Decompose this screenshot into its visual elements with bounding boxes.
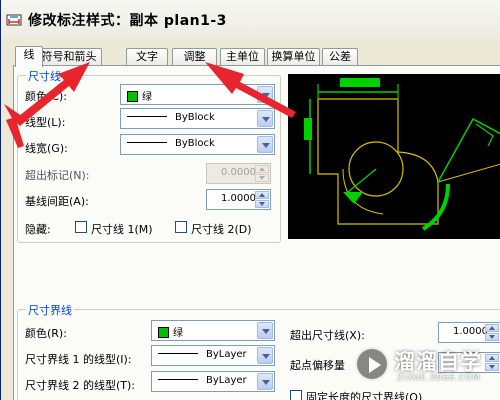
- ext2-linetype-label: 尺寸界线 2 的线型(T):: [25, 379, 135, 392]
- dim-lineweight-select[interactable]: ByBlock: [120, 134, 275, 155]
- line-sample: [127, 142, 167, 143]
- spin-up-icon[interactable]: [255, 191, 269, 199]
- tab-label: 调整: [183, 50, 206, 63]
- dim-linetype-select[interactable]: ByBlock: [120, 108, 275, 129]
- preview-drawing: [304, 78, 500, 231]
- dim-extend-label: 超出标记(N):: [25, 169, 90, 182]
- dim-linetype-value: ByBlock: [175, 112, 215, 123]
- ext-extend-label: 超出尺寸线(X):: [290, 329, 365, 342]
- ext2-linetype-select[interactable]: ByLayer: [151, 371, 275, 392]
- ext-color-label: 颜色(R):: [25, 327, 67, 340]
- spin-down-icon[interactable]: [485, 333, 499, 341]
- tab-strip: 线 符号和箭头 文字 调整 主单位 换算单位 公差: [15, 46, 500, 67]
- suppress-dim1-label: 尺寸线 1(M): [91, 223, 153, 236]
- dim-lineweight-label: 线宽(G):: [25, 142, 68, 155]
- dim-extend-spinner[interactable]: 0.0000: [206, 163, 271, 184]
- window-title: 修改标注样式：副本 plan1-3: [28, 13, 227, 29]
- spin-down-icon[interactable]: [255, 200, 269, 208]
- tab-label: 主单位: [226, 50, 259, 63]
- tab-lines[interactable]: 线: [15, 46, 43, 67]
- dim-lineweight-value: ByBlock: [175, 138, 215, 149]
- chevron-down-icon[interactable]: [257, 373, 273, 390]
- watermark: 溜溜自学 ZIXUE.3D66.COM: [348, 342, 500, 400]
- chevron-down-icon[interactable]: [257, 322, 273, 339]
- spin-up-icon[interactable]: [485, 324, 499, 332]
- tab-tolerances[interactable]: 公差: [322, 48, 358, 65]
- dim-baseline-spinner[interactable]: 1.0000: [206, 189, 271, 210]
- green-swatch: [158, 327, 169, 338]
- chevron-down-icon[interactable]: [257, 110, 273, 127]
- chevron-down-icon[interactable]: [257, 136, 273, 153]
- line-sample: [158, 379, 198, 380]
- ext2-linetype-value: ByLayer: [206, 375, 247, 386]
- watermark-text: 溜溜自学: [394, 350, 482, 374]
- dimension-style-icon: [6, 14, 22, 26]
- suppress-dim2-checkbox[interactable]: [175, 221, 187, 233]
- ext-color-value: 绿: [173, 328, 183, 339]
- dim-baseline-value: 1.0000: [221, 193, 256, 204]
- ext-extend-value: 1.0000: [453, 326, 488, 337]
- ext1-linetype-label: 尺寸界线 1 的线型(I):: [25, 353, 132, 366]
- ext-color-select[interactable]: 绿: [151, 320, 275, 341]
- tab-label: 换算单位: [271, 50, 316, 63]
- line-sample: [158, 353, 198, 354]
- chevron-down-icon[interactable]: [257, 347, 273, 364]
- ext1-linetype-value: ByLayer: [206, 349, 247, 360]
- ext1-linetype-select[interactable]: ByLayer: [151, 345, 275, 366]
- tab-label: 符号和箭头: [41, 50, 97, 63]
- dim-color-value: 绿: [142, 92, 152, 103]
- suppress-dim1-checkbox[interactable]: [75, 221, 87, 233]
- spin-up-icon[interactable]: [255, 165, 269, 173]
- tab-label: 文字: [136, 50, 158, 63]
- green-swatch: [127, 91, 138, 102]
- dim-baseline-label: 基线间距(A):: [25, 195, 89, 208]
- tab-alternate-units[interactable]: 换算单位: [267, 48, 320, 65]
- tab-text[interactable]: 文字: [126, 48, 168, 65]
- line-sample: [127, 116, 167, 117]
- ext-offset-label: 起点偏移量: [290, 359, 345, 372]
- ext-extend-spinner[interactable]: 1.0000: [438, 322, 500, 343]
- tab-label: 线: [23, 48, 35, 61]
- dim-color-label: 颜色(C):: [25, 90, 67, 103]
- watermark-sub: ZIXUE.3D66.COM: [397, 373, 481, 382]
- title-bar: 修改标注样式：副本 plan1-3: [1, 0, 500, 38]
- tab-label: 公差: [329, 50, 351, 63]
- chevron-down-icon[interactable]: [257, 86, 273, 103]
- tab-fit[interactable]: 调整: [172, 48, 217, 65]
- preview-area: [288, 74, 500, 239]
- dim-extend-value: 0.0000: [221, 167, 256, 178]
- play-icon: [355, 347, 389, 381]
- tab-primary-units[interactable]: 主单位: [220, 48, 265, 65]
- dim-linetype-label: 线型(L):: [25, 116, 66, 129]
- dim-color-select[interactable]: 绿: [120, 84, 275, 105]
- dim-suppress-label: 隐藏:: [25, 223, 51, 236]
- ext-lines-group-title: 尺寸界线: [26, 302, 74, 318]
- dim-lines-group-title: 尺寸线: [26, 68, 63, 84]
- fixed-length-checkbox[interactable]: [290, 390, 302, 400]
- tab-symbols-arrows[interactable]: 符号和箭头: [36, 48, 102, 65]
- dimension-style-dialog: 修改标注样式：副本 plan1-3 线 符号和箭头 文字 调整 主单位 换算单位…: [0, 0, 500, 400]
- suppress-dim2-label: 尺寸线 2(D): [191, 223, 252, 236]
- spin-down-icon[interactable]: [255, 174, 269, 182]
